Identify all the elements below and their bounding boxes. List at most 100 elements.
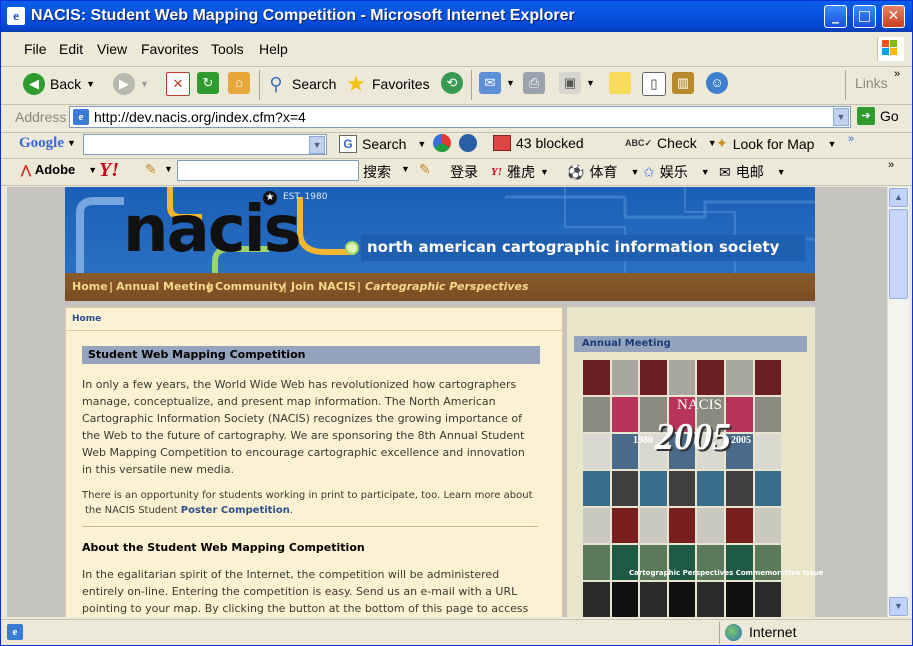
back-label: Back (50, 76, 82, 92)
menu-favorites[interactable]: Favorites (141, 41, 199, 57)
vertical-scrollbar[interactable]: ▲ ▼ (887, 187, 909, 617)
menu-view[interactable]: View (97, 41, 127, 57)
cover-tile (753, 433, 782, 470)
login-button[interactable]: 登录 (450, 162, 478, 182)
nacis-banner: nacis ★ EST. 1980 north american cartogr… (65, 187, 815, 273)
nav-annual-meeting[interactable]: Annual Meeting (116, 273, 214, 301)
adobe-dropdown-icon[interactable]: ▼ (88, 165, 97, 175)
scroll-thumb[interactable] (889, 209, 908, 299)
page-viewport: nacis ★ EST. 1980 north american cartogr… (7, 187, 887, 617)
cover-tile (696, 470, 725, 507)
menu-help[interactable]: Help (259, 41, 288, 57)
cover-tile (582, 396, 611, 433)
popup-blocker-button[interactable]: 43 blocked (493, 135, 584, 151)
back-dropdown-icon[interactable]: ▼ (86, 79, 95, 89)
highlight-pen-icon[interactable]: ✎ (145, 161, 157, 178)
forward-button[interactable]: ▶ ▼ (113, 73, 149, 95)
look-for-map-button[interactable]: ✦ Look for Map ▼ (716, 135, 836, 152)
close-button[interactable]: ✕ (882, 5, 905, 28)
scroll-down-icon[interactable]: ▼ (889, 597, 908, 616)
minimize-button[interactable]: _ (824, 5, 847, 28)
sports-dropdown-icon[interactable]: ▼ (630, 167, 639, 177)
yahoo-search-input[interactable] (177, 160, 359, 181)
adobe-button[interactable]: ⋀ Adobe ▼ (21, 162, 97, 177)
yahoo-search-button[interactable]: 搜索 (363, 162, 391, 182)
pen-dropdown-icon[interactable]: ▼ (164, 164, 173, 174)
menu-tools[interactable]: Tools (211, 41, 244, 57)
notes-button[interactable] (609, 72, 631, 94)
cover-tile (753, 581, 782, 617)
yahoo-small-icon: Y! (491, 166, 502, 178)
google-logo[interactable]: Google (19, 135, 64, 152)
back-button[interactable]: ◀ Back ▼ (23, 73, 95, 95)
maximize-button[interactable]: □ (853, 5, 876, 28)
entertainment-button[interactable]: ✩ 娱乐 ▼ (643, 162, 710, 182)
scroll-up-icon[interactable]: ▲ (889, 188, 908, 207)
pagerank-icon[interactable] (433, 134, 451, 152)
print-note-period: . (289, 505, 294, 516)
yahoo-cn-dropdown-icon[interactable]: ▼ (540, 167, 549, 177)
windows-logo-icon (877, 37, 904, 61)
mobile-button[interactable]: ▯ (642, 72, 666, 96)
spell-check-button[interactable]: ABC✓ Check ▼ (625, 135, 717, 151)
site-nav: Home | Annual Meeting | Community | Join… (65, 273, 815, 301)
google-search-button[interactable]: G Search ▼ (339, 135, 426, 153)
address-dropdown-icon[interactable]: ▼ (833, 108, 849, 126)
google-dropdown-icon[interactable]: ▼ (67, 138, 76, 148)
google-search-input[interactable]: ▼ (83, 134, 327, 155)
edit-button[interactable]: ▣ ▼ (559, 72, 595, 94)
chevron-right-icon[interactable]: » (894, 68, 900, 80)
email-button[interactable]: ✉ 电邮 ▼ (719, 162, 786, 182)
breadcrumb-home[interactable]: Home (72, 314, 101, 324)
entertainment-dropdown-icon[interactable]: ▼ (701, 167, 710, 177)
cover-tile (582, 544, 611, 581)
nav-cartographic-perspectives[interactable]: Cartographic Perspectives (365, 273, 529, 301)
nav-separator: | (207, 280, 212, 293)
messenger-button[interactable]: ☺ (706, 72, 728, 94)
more-buttons-icon[interactable]: » (848, 133, 854, 145)
stop-button[interactable]: ✕ (166, 72, 190, 96)
yahoo-cn-button[interactable]: Y! 雅虎 ▼ (491, 162, 549, 182)
refresh-button[interactable]: ↻ (197, 72, 219, 94)
search-button[interactable]: ⚲ Search (265, 73, 336, 95)
research-button[interactable]: ▥ (672, 72, 694, 94)
globe-icon[interactable] (459, 134, 477, 152)
links-label[interactable]: Links (855, 75, 888, 91)
history-button[interactable]: ⟲ (441, 72, 463, 94)
highlight-icon[interactable]: ✎ (419, 161, 431, 178)
blocked-count: 43 blocked (516, 135, 584, 151)
mail-button[interactable]: ✉ ▼ (479, 72, 515, 94)
home-button[interactable]: ⌂ (228, 72, 250, 94)
cover-year-end: 2005 (731, 435, 751, 446)
sports-button[interactable]: ⚽ 体育 ▼ (567, 162, 639, 182)
nav-home[interactable]: Home (72, 273, 108, 301)
address-input[interactable]: e http://dev.nacis.org/index.cfm?x=4 ▼ (69, 106, 851, 128)
toolbar-separator (259, 70, 260, 100)
about-heading: About the Student Web Mapping Competitio… (82, 541, 365, 554)
go-button[interactable]: ➔ Go (857, 107, 899, 125)
mail-dropdown-icon[interactable]: ▼ (506, 78, 515, 88)
menu-edit[interactable]: Edit (59, 41, 83, 57)
cover-tile (667, 359, 697, 396)
google-input-dropdown-icon[interactable]: ▼ (309, 136, 325, 154)
yahoo-more-icon[interactable]: » (888, 159, 894, 171)
yahoo-logo[interactable]: Y! (99, 159, 119, 182)
email-dropdown-icon[interactable]: ▼ (777, 167, 786, 177)
google-search-dropdown-icon[interactable]: ▼ (417, 139, 426, 149)
poster-competition-link[interactable]: Poster Competition (181, 505, 290, 516)
favorites-button[interactable]: ★ Favorites (345, 73, 429, 95)
edit-dropdown-icon[interactable]: ▼ (586, 78, 595, 88)
section-divider (82, 526, 538, 527)
address-url: http://dev.nacis.org/index.cfm?x=4 (94, 109, 306, 125)
title-bar[interactable]: e NACIS: Student Web Mapping Competition… (1, 1, 912, 32)
menu-file[interactable]: File (24, 41, 47, 57)
cover-tile (724, 507, 754, 544)
print-button[interactable]: ⎙ (523, 72, 545, 94)
yahoo-search-dropdown-icon[interactable]: ▼ (401, 164, 410, 174)
nav-community[interactable]: Community (215, 273, 285, 301)
look-for-map-dropdown-icon[interactable]: ▼ (827, 139, 836, 149)
ie-icon: e (7, 7, 25, 25)
cover-tile (753, 470, 782, 507)
toolbar-separator-3 (845, 70, 846, 100)
nav-join[interactable]: Join NACIS (291, 273, 356, 301)
